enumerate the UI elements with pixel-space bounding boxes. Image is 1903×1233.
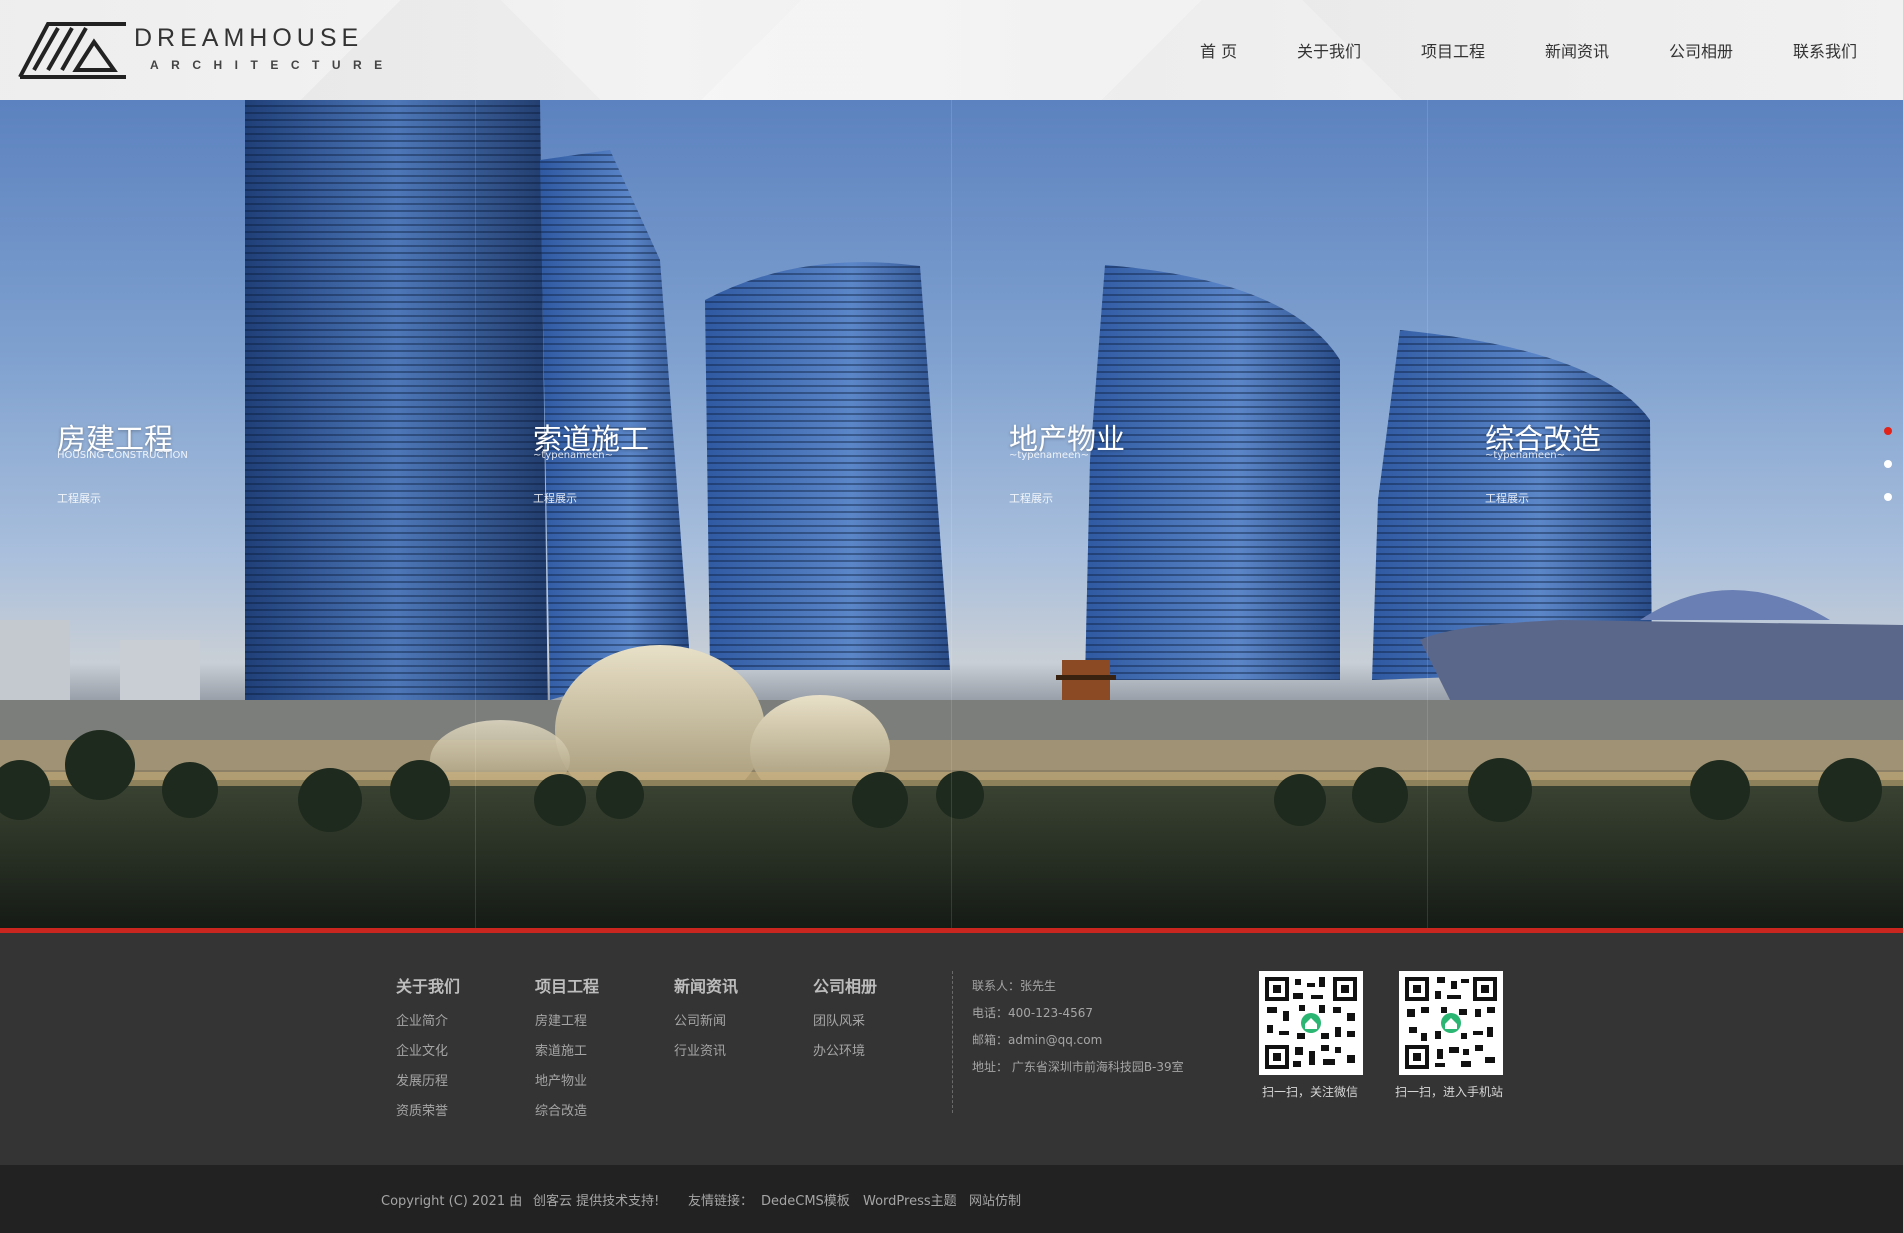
main-nav: 首 页 关于我们 项目工程 新闻资讯 公司相册 联系我们: [0, 38, 1903, 66]
contact-info: 联系人：张先生 电话：400-123-4567 邮箱：admin@qq.com …: [972, 973, 1184, 1081]
friend-link-dedecms[interactable]: DedeCMS模板: [761, 1190, 850, 1209]
footer-col-title[interactable]: 项目工程: [535, 973, 599, 997]
qr-code-icon: [1403, 975, 1499, 1071]
footer-link[interactable]: 资质荣誉: [396, 1097, 460, 1127]
panel-link[interactable]: 工程展示: [1485, 490, 1529, 506]
hero-panel-cableway[interactable]: 索道施工 ~typenameen~ 工程展示: [476, 100, 951, 928]
hero-panel-renovation[interactable]: 综合改造 ~typenameen~ 工程展示: [1428, 100, 1903, 928]
footer-link[interactable]: 企业简介: [396, 1007, 460, 1037]
hero-banner: 房建工程 HOUSING CONSTRUCTION 工程展示 索道施工 ~typ…: [0, 100, 1903, 928]
slider-dot[interactable]: [1884, 493, 1892, 501]
footer-link[interactable]: 发展历程: [396, 1067, 460, 1097]
footer-col-title[interactable]: 公司相册: [813, 973, 877, 997]
nav-news[interactable]: 新闻资讯: [1545, 38, 1609, 62]
slider-dot[interactable]: [1884, 427, 1892, 435]
nav-contact[interactable]: 联系我们: [1793, 38, 1857, 62]
footer-link[interactable]: 行业资讯: [674, 1037, 738, 1067]
qr-caption: 扫一扫，进入手机站: [1395, 1085, 1504, 1099]
footer-col-projects: 项目工程 房建工程 索道施工 地产物业 综合改造: [535, 973, 599, 1127]
panel-link[interactable]: 工程展示: [1009, 490, 1053, 506]
footer-link[interactable]: 团队风采: [813, 1007, 877, 1037]
friend-links-label: 友情链接：: [688, 1194, 754, 1209]
contact-phone: 电话：400-123-4567: [972, 1006, 1094, 1020]
panel-subtitle: ~typenameen~: [1485, 450, 1565, 461]
slider-dot[interactable]: [1884, 460, 1892, 468]
footer-col-news: 新闻资讯 公司新闻 行业资讯: [674, 973, 738, 1067]
nav-about[interactable]: 关于我们: [1297, 38, 1361, 62]
site-footer: 关于我们 企业简介 企业文化 发展历程 资质荣誉 项目工程 房建工程 索道施工 …: [0, 933, 1903, 1165]
panel-subtitle: ~typenameen~: [533, 450, 613, 461]
footer-divider: [952, 971, 953, 1113]
provider-link[interactable]: 创客云 提供技术支持!: [533, 1190, 659, 1209]
hero-panel-housing[interactable]: 房建工程 HOUSING CONSTRUCTION 工程展示: [0, 100, 475, 928]
footer-col-album: 公司相册 团队风采 办公环境: [813, 973, 877, 1067]
footer-col-title[interactable]: 新闻资讯: [674, 973, 738, 997]
contact-person: 联系人：张先生: [972, 979, 1057, 993]
footer-link[interactable]: 索道施工: [535, 1037, 599, 1067]
footer-link[interactable]: 企业文化: [396, 1037, 460, 1067]
footer-col-about: 关于我们 企业简介 企业文化 发展历程 资质荣誉: [396, 973, 460, 1127]
mobile-qr-code: [1399, 971, 1503, 1075]
friend-link-clone[interactable]: 网站仿制: [969, 1190, 1021, 1209]
nav-projects[interactable]: 项目工程: [1421, 38, 1485, 62]
hero-panel-property[interactable]: 地产物业 ~typenameen~ 工程展示: [952, 100, 1427, 928]
nav-home[interactable]: 首 页: [1200, 38, 1237, 62]
panel-link[interactable]: 工程展示: [57, 490, 101, 506]
contact-address: 地址： 广东省深圳市前海科技园B-39室: [972, 1060, 1184, 1074]
panel-subtitle: HOUSING CONSTRUCTION: [57, 450, 188, 461]
copyright-text: Copyright (C) 2021 由: [381, 1194, 523, 1209]
panel-subtitle: ~typenameen~: [1009, 450, 1089, 461]
nav-album[interactable]: 公司相册: [1669, 38, 1733, 62]
wechat-qr-code: [1259, 971, 1363, 1075]
panel-link[interactable]: 工程展示: [533, 490, 577, 506]
footer-link[interactable]: 房建工程: [535, 1007, 599, 1037]
qr-caption: 扫一扫，关注微信: [1262, 1085, 1359, 1099]
site-header: DREAMHOUSE ARCHITECTURE 首 页 关于我们 项目工程 新闻…: [0, 0, 1903, 100]
footer-link[interactable]: 综合改造: [535, 1097, 599, 1127]
footer-link[interactable]: 地产物业: [535, 1067, 599, 1097]
footer-col-title[interactable]: 关于我们: [396, 973, 460, 997]
footer-link[interactable]: 公司新闻: [674, 1007, 738, 1037]
contact-email: 邮箱：admin@qq.com: [972, 1033, 1103, 1047]
copyright-bar: Copyright (C) 2021 由 创客云 提供技术支持! 友情链接： D…: [0, 1165, 1903, 1233]
friend-link-wordpress[interactable]: WordPress主题: [863, 1190, 957, 1209]
qr-code-icon: [1263, 975, 1359, 1071]
footer-link[interactable]: 办公环境: [813, 1037, 877, 1067]
